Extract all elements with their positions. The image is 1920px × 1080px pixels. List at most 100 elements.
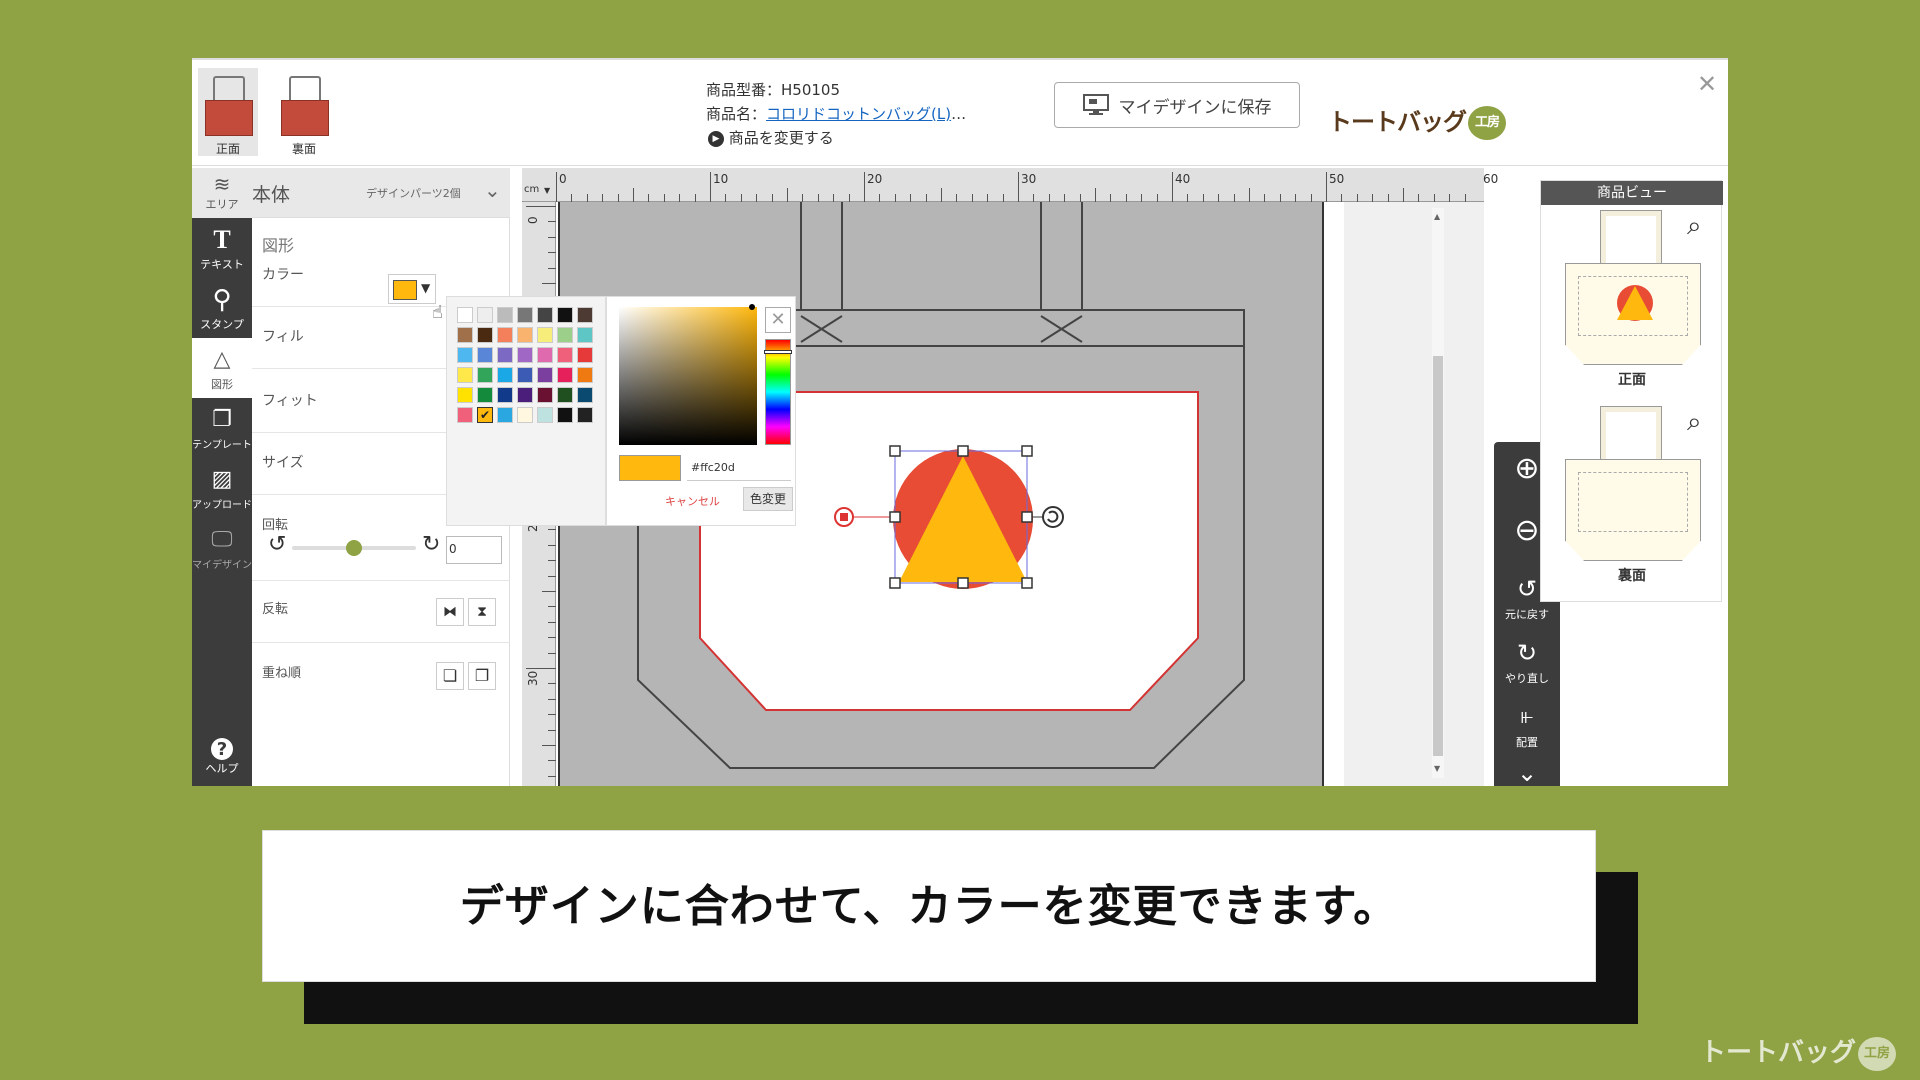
ruler-tick bbox=[1387, 194, 1389, 202]
palette-swatch[interactable] bbox=[537, 327, 553, 343]
rotation-slider-handle[interactable] bbox=[346, 540, 362, 556]
palette-swatch[interactable] bbox=[517, 367, 533, 383]
view-tab-back[interactable]: 裏面 bbox=[274, 68, 334, 156]
palette-swatch[interactable] bbox=[497, 307, 513, 323]
sidebar-item-mydesign[interactable]: 🖵 マイデザイン bbox=[192, 518, 252, 578]
sidebar-item-shape[interactable]: △ 図形 bbox=[192, 338, 252, 398]
palette-swatch[interactable] bbox=[477, 347, 493, 363]
close-icon[interactable]: ✕ bbox=[1697, 70, 1717, 98]
canvas-scrollbar[interactable]: ▲ ▼ bbox=[1432, 208, 1444, 778]
saturation-value-area[interactable] bbox=[619, 304, 757, 445]
color-dropdown-button[interactable]: ▼ bbox=[388, 274, 436, 304]
align-button[interactable]: ⫦ 配置 bbox=[1494, 700, 1560, 750]
hue-handle[interactable] bbox=[764, 350, 792, 354]
hex-input[interactable]: #ffc20d bbox=[687, 455, 791, 481]
palette-swatch[interactable] bbox=[537, 307, 553, 323]
palette-swatch[interactable] bbox=[457, 347, 473, 363]
send-backward-icon[interactable]: ❐ bbox=[468, 662, 496, 690]
palette-swatch[interactable] bbox=[557, 367, 573, 383]
palette-swatch[interactable] bbox=[517, 327, 533, 343]
save-design-button[interactable]: マイデザインに保存 bbox=[1054, 82, 1300, 128]
palette-swatch[interactable] bbox=[457, 407, 473, 423]
palette-swatch[interactable] bbox=[477, 367, 493, 383]
change-product-link[interactable]: ▶ 商品を変更する bbox=[708, 126, 966, 150]
palette-swatch[interactable] bbox=[497, 387, 513, 403]
palette-swatch[interactable] bbox=[557, 387, 573, 403]
rotation-slider[interactable] bbox=[292, 540, 416, 556]
palette-swatch[interactable] bbox=[517, 387, 533, 403]
ruler-unit-dropdown-icon[interactable]: ▼ bbox=[544, 186, 550, 195]
bag-front-icon bbox=[205, 100, 253, 136]
palette-swatch[interactable] bbox=[577, 407, 593, 423]
palette-swatch[interactable] bbox=[577, 367, 593, 383]
search-icon[interactable]: ⌕ bbox=[1687, 211, 1702, 242]
ruler-tick bbox=[1141, 194, 1143, 202]
palette-swatch[interactable] bbox=[577, 327, 593, 343]
front-thumbnail[interactable] bbox=[1565, 263, 1701, 365]
palette-swatch[interactable] bbox=[577, 347, 593, 363]
palette-swatch[interactable] bbox=[477, 307, 493, 323]
palette-swatch[interactable] bbox=[497, 367, 513, 383]
scroll-thumb[interactable] bbox=[1433, 356, 1443, 756]
sidebar-item-text[interactable]: T テキスト bbox=[192, 218, 252, 278]
scroll-down-icon[interactable]: ▼ bbox=[1434, 764, 1440, 773]
palette-swatch[interactable] bbox=[457, 307, 473, 323]
palette-swatch[interactable] bbox=[557, 407, 573, 423]
sidebar-item-template-label: テンプレート bbox=[192, 440, 252, 451]
apply-color-button[interactable]: 色変更 bbox=[743, 487, 793, 511]
palette-swatch[interactable] bbox=[557, 347, 573, 363]
rotation-input[interactable]: 0 bbox=[446, 536, 502, 564]
divider bbox=[252, 642, 510, 643]
palette-swatch[interactable] bbox=[497, 327, 513, 343]
palette-swatch[interactable] bbox=[537, 387, 553, 403]
scroll-up-icon[interactable]: ▲ bbox=[1434, 212, 1440, 221]
palette-swatch[interactable] bbox=[557, 307, 573, 323]
picker-close-icon[interactable]: ✕ bbox=[765, 307, 791, 333]
search-icon[interactable]: ⌕ bbox=[1687, 407, 1702, 438]
palette-swatch[interactable] bbox=[457, 367, 473, 383]
sidebar-item-stamp[interactable]: ⚲ スタンプ bbox=[192, 278, 252, 338]
hue-slider[interactable] bbox=[764, 339, 792, 445]
help-button[interactable]: ? ヘルプ bbox=[192, 734, 252, 786]
sidebar-item-template[interactable]: ❐ テンプレート bbox=[192, 398, 252, 458]
redo-button[interactable]: ↻ やり直し bbox=[1494, 636, 1560, 686]
area-selector[interactable]: 本体 デザインパーツ2個 ⌄ bbox=[252, 168, 510, 218]
palette-swatch[interactable]: ✔ bbox=[477, 407, 493, 423]
palette-swatch[interactable] bbox=[537, 367, 553, 383]
product-name-link[interactable]: コロリドコットンバッグ(L) bbox=[766, 105, 951, 123]
ruler-tick bbox=[548, 760, 556, 762]
palette-swatch[interactable] bbox=[517, 407, 533, 423]
more-tools-button[interactable]: ⌄ bbox=[1494, 756, 1560, 786]
rotate-left-icon[interactable]: ↺ bbox=[268, 532, 286, 557]
ruler-tick bbox=[1095, 188, 1096, 202]
palette-swatch[interactable] bbox=[517, 347, 533, 363]
palette-swatch[interactable] bbox=[457, 327, 473, 343]
view-tab-front[interactable]: 正面 bbox=[198, 68, 258, 156]
sidebar-item-stamp-label: スタンプ bbox=[200, 318, 244, 331]
sv-cursor[interactable] bbox=[749, 304, 755, 310]
back-thumbnail[interactable] bbox=[1565, 459, 1701, 561]
flip-horizontal-icon[interactable]: ⧓ bbox=[436, 598, 464, 626]
bring-forward-icon[interactable]: ❏ bbox=[436, 662, 464, 690]
cancel-button[interactable]: キャンセル bbox=[665, 493, 720, 509]
palette-swatch[interactable] bbox=[557, 327, 573, 343]
flip-vertical-icon[interactable]: ⧗ bbox=[468, 598, 496, 626]
palette-swatch[interactable] bbox=[457, 387, 473, 403]
rotate-right-icon[interactable]: ↻ bbox=[422, 532, 440, 557]
palette-swatch[interactable] bbox=[477, 327, 493, 343]
sidebar-item-area[interactable]: ≋ エリア bbox=[192, 168, 252, 218]
palette-swatch[interactable] bbox=[497, 347, 513, 363]
rotate-handle-icon[interactable] bbox=[1042, 506, 1064, 528]
sidebar-item-shape-label: 図形 bbox=[211, 378, 233, 391]
palette-swatch[interactable] bbox=[537, 347, 553, 363]
ruler-tick bbox=[548, 252, 556, 254]
palette-swatch[interactable] bbox=[577, 387, 593, 403]
selected-shape[interactable] bbox=[822, 408, 1082, 618]
palette-swatch[interactable] bbox=[517, 307, 533, 323]
palette-swatch[interactable] bbox=[577, 307, 593, 323]
palette-swatch[interactable] bbox=[497, 407, 513, 423]
product-code: 商品型番：H50105 bbox=[706, 81, 840, 99]
sidebar-item-upload[interactable]: ▨ アップロード bbox=[192, 458, 252, 518]
palette-swatch[interactable] bbox=[537, 407, 553, 423]
palette-swatch[interactable] bbox=[477, 387, 493, 403]
